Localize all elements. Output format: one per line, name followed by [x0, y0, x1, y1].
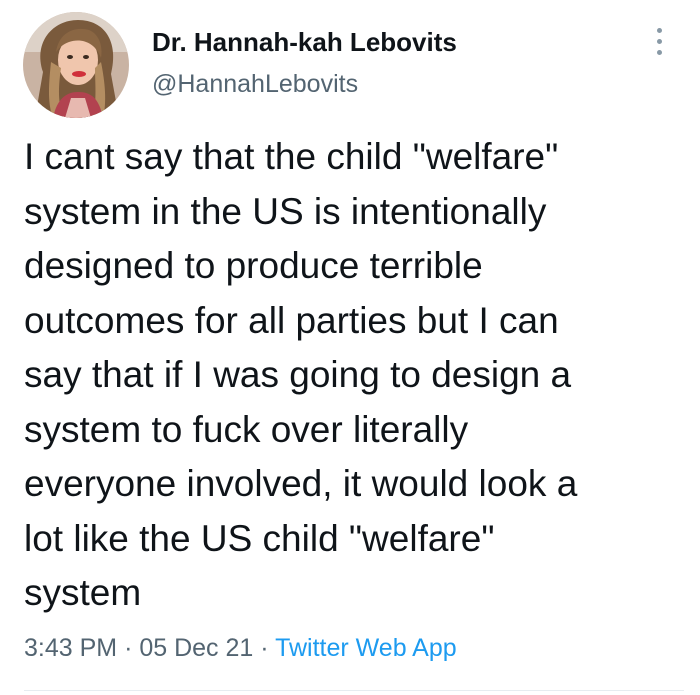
more-options-icon	[657, 50, 662, 55]
tweet-text: I cant say that the child "welfare" syst…	[24, 130, 684, 621]
more-options-icon	[657, 28, 662, 33]
meta-separator: ·	[124, 634, 133, 662]
user-handle[interactable]: @HannahLebovits	[152, 70, 358, 99]
tweet-text-line: lot like the US child "welfare"	[24, 517, 495, 559]
profile-photo-icon	[23, 12, 129, 118]
display-name[interactable]: Dr. Hannah-kah Lebovits	[152, 27, 457, 58]
tweet-text-line: outcomes for all parties but I can	[24, 299, 559, 341]
tweet-source-link[interactable]: Twitter Web App	[275, 634, 457, 662]
tweet-date[interactable]: 05 Dec 21	[139, 634, 253, 662]
tweet-card: Dr. Hannah-kah Lebovits @HannahLebovits …	[0, 0, 700, 695]
tweet-text-line: system in the US is intentionally	[24, 190, 547, 232]
tweet-text-line: system	[24, 572, 142, 613]
avatar[interactable]	[23, 12, 129, 118]
tweet-text-line: I cant say that the child "welfare"	[24, 136, 559, 177]
tweet-meta: 3:43 PM · 05 Dec 21 · Twitter Web App	[24, 634, 457, 663]
more-options-button[interactable]	[646, 22, 674, 62]
tweet-time[interactable]: 3:43 PM	[24, 634, 117, 662]
meta-separator: ·	[260, 634, 269, 662]
tweet-text-line: everyone involved, it would look a	[24, 463, 578, 504]
divider	[24, 690, 684, 691]
more-options-icon	[657, 39, 662, 44]
tweet-text-line: system to fuck over literally	[24, 408, 469, 450]
tweet-text-line: say that if I was going to design a	[24, 354, 572, 395]
tweet-text-line: designed to produce terrible	[24, 245, 483, 286]
